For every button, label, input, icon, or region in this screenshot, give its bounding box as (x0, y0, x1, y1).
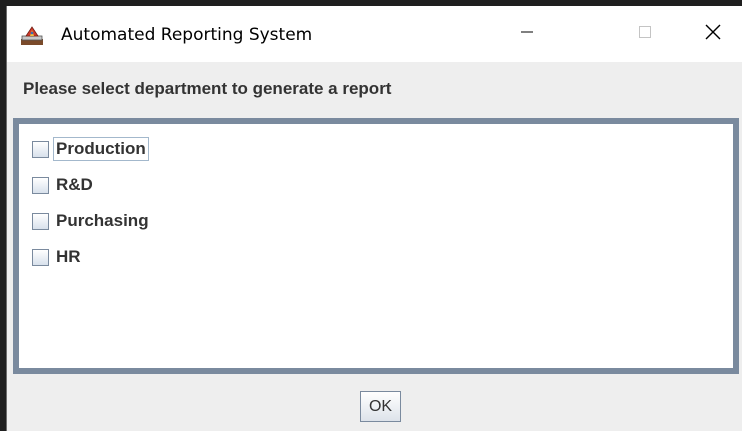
title-bar[interactable]: Automated Reporting System (7, 6, 742, 62)
checkbox-label[interactable]: Production (53, 137, 149, 161)
department-checkbox-rnd[interactable]: R&D (32, 173, 96, 197)
department-checkbox-hr[interactable]: HR (32, 245, 84, 269)
checkbox-label[interactable]: Purchasing (53, 209, 152, 233)
dialog-window: Automated Reporting System Please select… (6, 6, 742, 431)
java-app-icon (20, 24, 44, 46)
minimize-icon (519, 24, 535, 45)
department-checkbox-purchasing[interactable]: Purchasing (32, 209, 152, 233)
window-title: Automated Reporting System (61, 25, 313, 45)
department-list-panel: Production R&D Purchasing HR (13, 118, 739, 374)
maximize-button[interactable] (615, 6, 675, 62)
close-button[interactable] (683, 6, 742, 62)
department-checkbox-production[interactable]: Production (32, 137, 149, 161)
instruction-label: Please select department to generate a r… (23, 79, 392, 98)
checkbox-box[interactable] (32, 248, 49, 266)
ok-button[interactable]: OK (360, 391, 401, 422)
minimize-button[interactable] (497, 6, 557, 62)
checkbox-box[interactable] (32, 212, 49, 230)
maximize-icon (637, 24, 653, 45)
close-icon (704, 23, 722, 46)
checkbox-label[interactable]: R&D (53, 173, 96, 197)
checkbox-box[interactable] (32, 140, 49, 158)
checkbox-box[interactable] (32, 176, 49, 194)
checkbox-label[interactable]: HR (53, 245, 84, 269)
